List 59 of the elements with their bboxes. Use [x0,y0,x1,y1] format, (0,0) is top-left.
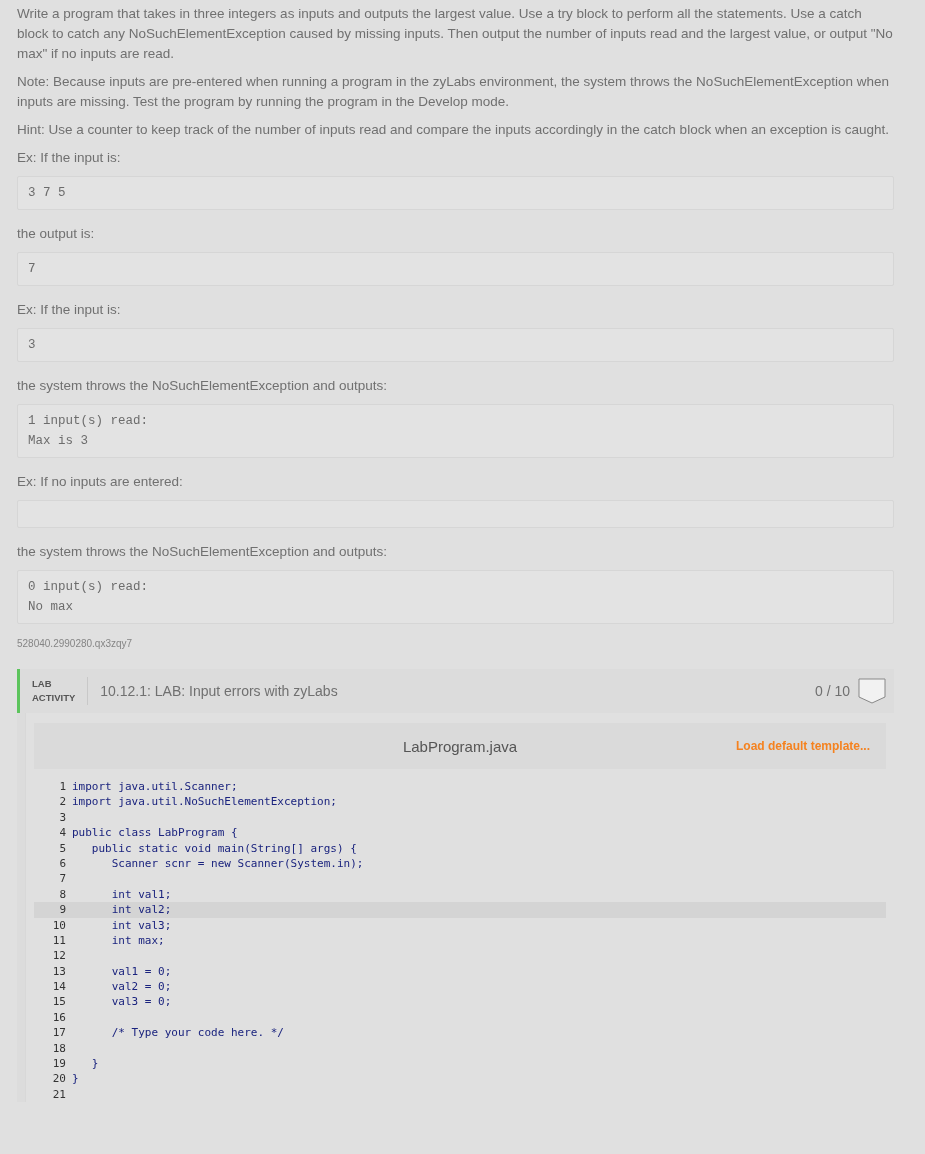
instruction-text: the system throws the NoSuchElementException and outputs: [17,377,388,395]
sample-line: 0 input(s) read: [28,579,150,596]
code-line: public static void main(String[] args) { [90,840,357,856]
line-number: 4 [58,825,67,841]
file-name: LabProgram.java [402,737,518,755]
sample-line: 3 7 5 [28,185,67,202]
sample-line: Max is 3 [28,433,89,450]
sample-line: No max [28,599,74,616]
instruction-text: Hint: Use a counter to keep track of the number of inputs read and compare the inputs accordingly in the catch block when an exception is caught. [17,121,890,139]
line-number: 13 [51,963,67,980]
line-number: 18 [51,1040,67,1057]
code-line: val3 = 0; [110,994,172,1010]
code-line: int val2; [110,902,172,918]
line-number: 19 [51,1056,67,1072]
instruction-text: Write a program that takes in three integers as inputs and outputs the largest value. Use a try block to perform all the statements. Use a catch block to catch any NoSuchElementException caused by missing inputs. Then output the number of inputs read and the largest value, or output "No max" if no inputs are read. [17,5,894,63]
line-number: 15 [51,994,67,1010]
line-number: 3 [58,809,67,826]
sample-line: 3 [28,337,37,354]
code-line: import java.util.NoSuchElementException; [72,794,337,810]
code-line: } [72,1071,79,1087]
code-line: int val1; [110,886,172,903]
activity-id: 528040.2990280.qx3zqy7 [17,638,134,649]
code-line: int max; [110,932,165,949]
line-number: 1 [58,779,67,795]
bookmark-icon[interactable] [858,678,886,704]
lab-title: 10.12.1: LAB: Input errors with zyLabs [100,683,339,699]
line-number: 2 [58,794,67,810]
line-number: 9 [58,902,67,918]
instruction-text: Ex: If the input is: [17,301,122,319]
line-number: 16 [51,1009,67,1026]
line-number: 7 [58,871,67,887]
instruction-text: Ex: If the input is: [17,149,122,167]
instruction-text: Ex: If no inputs are entered: [17,473,184,491]
line-number: 11 [51,932,67,949]
code-line: int val3; [110,917,172,933]
line-number: 20 [51,1071,67,1087]
code-line: val2 = 0; [110,979,172,995]
instruction-text: Note: Because inputs are pre-entered when running a program in the zyLabs environment, the system throws the NoSuchElementException when inputs are missing. Test the program by running the program in the Develop mode. [17,73,890,111]
code-line: val1 = 0; [110,963,172,980]
line-number: 12 [51,948,67,964]
line-number: 14 [51,979,67,995]
instruction-text: the system throws the NoSuchElementException and outputs: [17,543,388,561]
line-number: 5 [58,840,67,856]
code-line: /* Type your code here. */ [110,1025,284,1041]
sample-line: 7 [28,261,37,278]
line-number: 6 [58,855,67,872]
line-number: 21 [51,1086,67,1103]
code-line: Scanner scnr = new Scanner(System.in); [110,855,364,872]
sample-line: 1 input(s) read: [28,413,150,430]
code-line: } [90,1056,99,1072]
code-line: public class LabProgram { [72,825,238,841]
line-number: 17 [51,1025,67,1041]
code-line: import java.util.Scanner; [72,779,238,795]
line-number: 10 [51,917,67,933]
load-template-link[interactable]: Load default template... [736,739,870,753]
lab-activity-label: LAB ACTIVITY [32,677,89,705]
line-number: 8 [58,886,67,903]
score-text: 0 / 10 [814,683,850,699]
instruction-text: the output is: [17,225,96,243]
